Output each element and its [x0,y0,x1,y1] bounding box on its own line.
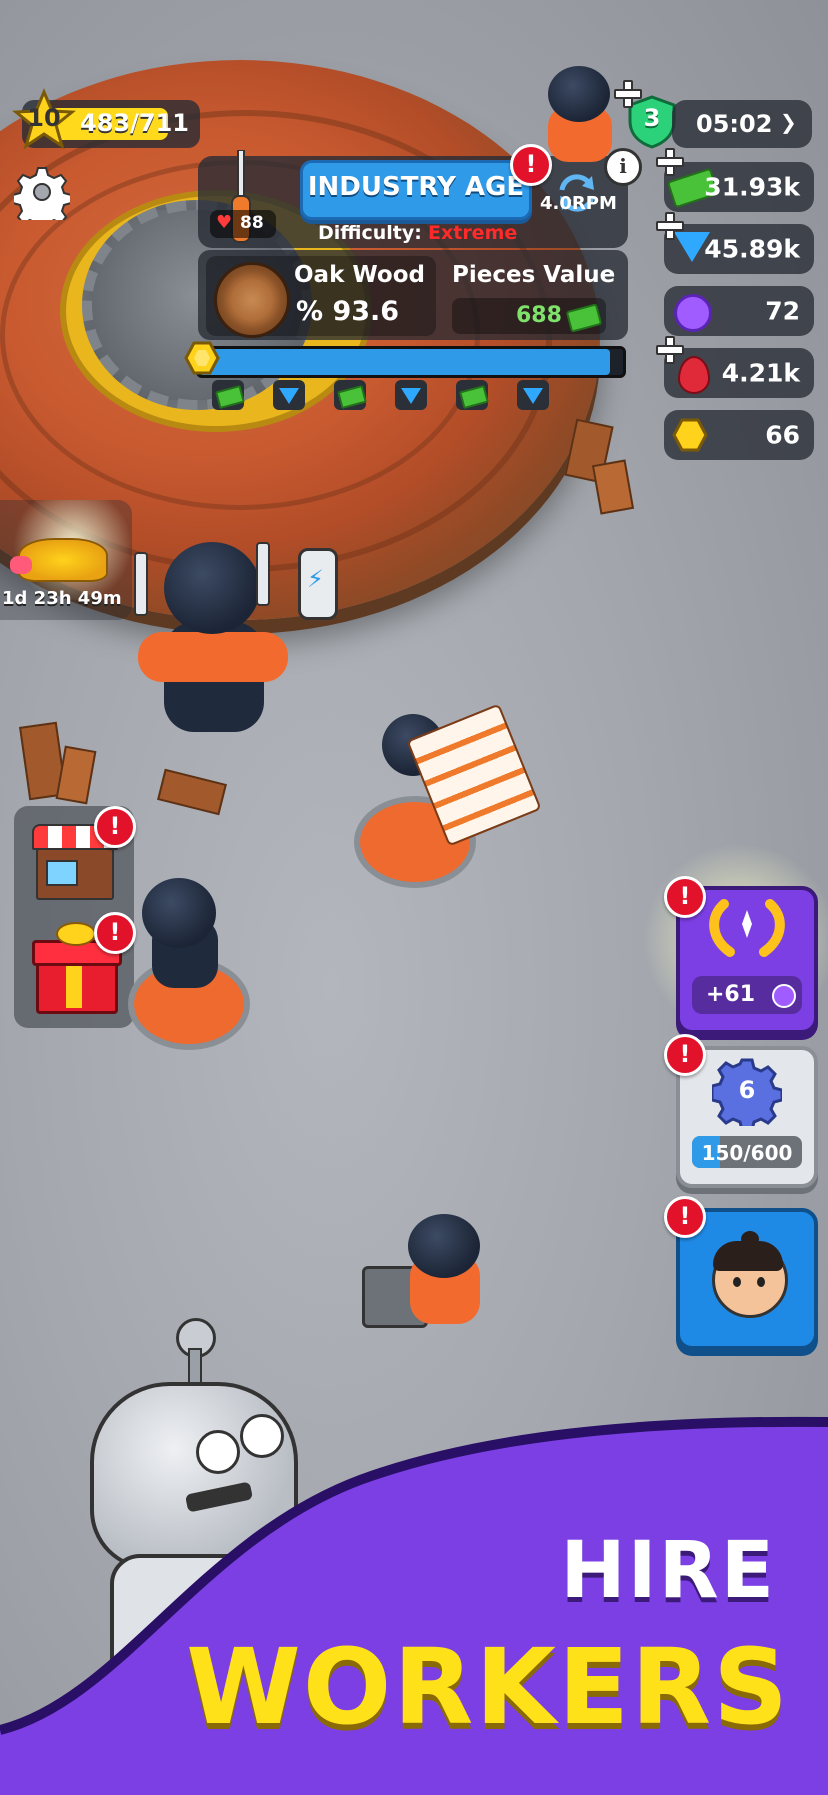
laurel-alert-icon: ! [664,876,706,918]
game-scene[interactable]: 483/711 10 ♥ 88 INDUSTRY AGE ! Difficult… [0,0,828,1795]
cash-icon [337,384,367,410]
gear-level: 6 [738,1076,756,1104]
rpm-value: 4.0RPM [540,193,617,214]
gear-progress-value: 150/600 [701,1141,793,1165]
knife-icon [134,552,148,616]
wood-chip [55,745,97,805]
health-value: 88 [240,213,264,233]
banner-line2: WORKERS [186,1626,790,1748]
resource-coins[interactable]: 66 [664,410,814,460]
blood-drop-icon [678,356,710,394]
resource-blood[interactable]: 4.21k [664,348,814,398]
laurel-reward-pill: +61 [692,976,802,1014]
milestone-cash-icon [212,380,245,410]
oak-log-icon [214,262,290,338]
milestone-gem-icon [395,380,427,410]
coins-value: 66 [765,420,800,450]
milestone-cash-icon [456,380,489,410]
chest-timer: 1d 23h 49m [2,588,122,609]
pieces-value-box: 688 [452,298,606,334]
hair-bun [741,1231,759,1247]
cash-icon [459,384,489,410]
worker-shoulders [138,632,288,682]
timer-value: 05:02 [696,110,773,138]
laurel-reward-value: +61 [706,982,756,1007]
xp-value: 483/711 [80,109,189,137]
health-badge: ♥ 88 [210,210,276,238]
milestone-cash-icon [334,380,367,410]
gem-icon [401,388,421,404]
level-number: 10 [27,104,61,132]
gear-alert-icon: ! [664,1034,706,1076]
difficulty-label: Difficulty: [318,222,422,244]
worker-grinder[interactable] [356,1210,506,1350]
gear-progress-bar: 150/600 [692,1136,802,1168]
milestone-row [212,380,612,414]
blood-value: 4.21k [721,358,800,388]
banner-line1: HIRE [560,1526,776,1616]
pieces-value: 688 [516,303,562,328]
heart-icon: ♥ [216,212,233,233]
gem-icon [523,388,543,404]
milestone-gem-icon [273,380,305,410]
hire-alert-icon: ! [664,1196,706,1238]
level-star-icon: 10 [12,88,76,152]
worker-head [164,542,260,634]
age-title: INDUSTRY AGE [307,172,525,202]
eye [757,1277,765,1287]
age-title-button[interactable]: INDUSTRY AGE [300,160,532,220]
worker-head [548,66,610,122]
gems-plus-icon[interactable] [656,212,684,240]
knife-icon [256,542,270,606]
worker-sawing[interactable] [118,868,258,1050]
worker-head [408,1214,480,1278]
worker-head [142,878,216,948]
worker-portrait-icon [712,1231,788,1318]
coin-icon [184,340,220,376]
shop-building-icon [36,848,114,900]
purple-token-icon [772,984,796,1008]
wood-chip [591,459,635,515]
gems-value: 45.89k [704,234,800,264]
gift-bow [56,922,96,946]
age-progress-bar [196,346,626,378]
energy-battery-icon[interactable]: ⚡ [298,548,338,620]
shop-window-icon [46,860,78,886]
ruby-icon [10,556,32,574]
gem-icon [279,388,299,404]
wood-chip [157,768,227,816]
cash-plus-icon[interactable] [656,148,684,176]
tokens-value: 72 [765,296,800,326]
worker-chef[interactable] [128,542,298,752]
cash-icon [215,384,245,410]
laurel-icon [704,896,790,966]
shop-alert-icon: ! [94,806,136,848]
chevron-down-icon: ❯ [780,110,797,134]
milestone-gem-icon [517,380,549,410]
resource-gems[interactable]: 45.89k [664,224,814,274]
settings-gear-icon[interactable] [12,164,72,231]
cash-icon [565,303,603,333]
chest-offer[interactable]: 1d 23h 49m [0,500,132,620]
purple-token-icon [674,294,712,332]
gold-coin-icon [672,417,708,453]
timer-dropdown[interactable]: 05:02 ❯ [672,100,812,148]
pieces-value-label: Pieces Value [452,262,616,288]
difficulty-value: Extreme [428,222,518,244]
bolt-icon: ⚡ [307,565,324,593]
material-name: Oak Wood [294,262,425,288]
blood-plus-icon[interactable] [656,336,684,364]
cash-value: 31.93k [704,172,800,202]
resource-tokens[interactable]: 72 [664,286,814,336]
eye [733,1277,741,1287]
worker-carrier[interactable] [334,703,542,888]
material-percent: % 93.6 [296,296,400,327]
blue-gear-icon: 6 [710,1056,784,1132]
age-progress-fill [199,349,611,375]
resource-cash[interactable]: 31.93k [664,162,814,212]
info-icon[interactable]: i [604,148,642,186]
